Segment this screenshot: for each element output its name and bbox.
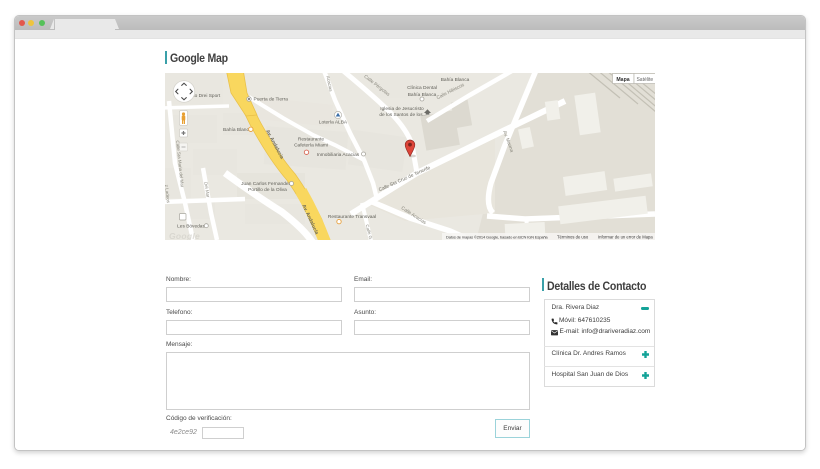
svg-text:Datos de mapas ©2014 Google, b: Datos de mapas ©2014 Google, basado en B…	[446, 234, 548, 239]
svg-text:z Ladeos: z Ladeos	[165, 184, 171, 203]
svg-text:Lotería ALBA: Lotería ALBA	[319, 120, 348, 126]
svg-text:Restaurante: Restaurante	[298, 137, 324, 143]
svg-text:Bahía Blanca: Bahía Blanca	[441, 77, 470, 83]
svg-text:Clínica Dental: Clínica Dental	[407, 85, 437, 91]
svg-text:Mapa: Mapa	[616, 77, 629, 83]
svg-text:Bahía Blanca: Bahía Blanca	[223, 127, 252, 133]
svg-text:Informar de un error de Mapa: Informar de un error de Mapa	[598, 234, 653, 239]
svg-text:Términos de uso: Términos de uso	[557, 234, 589, 239]
svg-text:Google: Google	[169, 231, 200, 240]
svg-text:Iglesia de Jesucristo: Iglesia de Jesucristo	[380, 106, 424, 112]
svg-text:Inmobiliaria Acacias: Inmobiliaria Acacias	[317, 152, 360, 158]
svg-text:de los Santos de los...: de los Santos de los...	[379, 112, 426, 118]
svg-text:Satélite: Satélite	[636, 77, 653, 83]
svg-text:Puerta de Tierra: Puerta de Tierra	[254, 97, 289, 103]
svg-text:Juan Carlos Fernandez: Juan Carlos Fernandez	[241, 181, 291, 187]
svg-text:Restaurante Transvaal: Restaurante Transvaal	[328, 214, 376, 220]
svg-text:Cafetería Miami: Cafetería Miami	[294, 143, 328, 149]
svg-text:Portillo de la Oliva: Portillo de la Oliva	[248, 187, 287, 193]
svg-text:Les Bóvedas: Les Bóvedas	[177, 224, 205, 230]
